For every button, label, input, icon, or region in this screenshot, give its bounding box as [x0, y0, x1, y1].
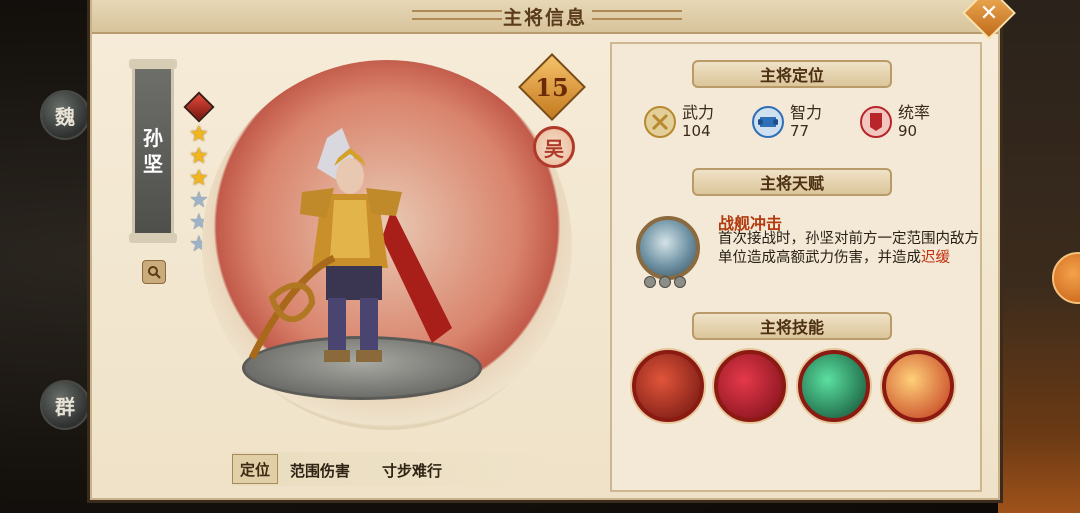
red-banner-skill-icon[interactable]: [714, 350, 786, 422]
talent-icon[interactable]: [636, 216, 700, 280]
level-badge: 15: [518, 53, 586, 121]
general-name-char: 孙: [143, 126, 163, 150]
rank-gem-icon: [183, 91, 215, 123]
banner-cap: [129, 233, 177, 243]
banner-cap: [129, 59, 177, 69]
faction-tab-label: 魏: [55, 104, 75, 129]
talent-description: 首次接战时，孙坚对前方一定范围内敌方单位造成高额武力伤害，并造成迟缓: [718, 230, 980, 268]
talent-keyword: 迟缓: [921, 250, 950, 266]
stat-label: 统率: [898, 103, 931, 122]
star-filled-icon: ★: [189, 144, 209, 169]
scroll-icon: [752, 106, 784, 138]
talent-level-dots: [644, 276, 686, 288]
faction-tab-qun[interactable]: 群: [40, 380, 90, 430]
star-filled-icon: ★: [189, 166, 209, 191]
zoom-search-button[interactable]: [142, 260, 166, 284]
faction-badge: 吴: [533, 126, 575, 168]
stat-intelligence: 智力 77: [752, 104, 822, 140]
fire-spear-skill-icon[interactable]: [882, 350, 954, 422]
stat-leadership: 统率 90: [860, 104, 930, 140]
close-icon: ✕: [979, 0, 999, 26]
panel-title: 主将信息: [502, 7, 587, 29]
game-screen: 魏 群 主将信息 ✕ 孙 坚 ★ ★ ★ ★ ★ ★ 15 吴 定位 范围伤害 …: [0, 0, 1080, 513]
green-wind-skill-icon[interactable]: [798, 350, 870, 422]
general-name-banner: 孙 坚: [129, 59, 177, 243]
title-bar: 主将信息: [92, 0, 998, 34]
search-icon: [148, 266, 161, 279]
banner-icon: [860, 106, 892, 138]
star-filled-icon: ★: [189, 122, 209, 147]
title-ornament-right: [592, 10, 682, 20]
section-header-skills: 主将技能: [692, 312, 892, 340]
general-portrait-figure: [248, 128, 452, 362]
stat-value: 90: [898, 122, 918, 140]
general-info-panel: 主将信息 ✕ 孙 坚 ★ ★ ★ ★ ★ ★ 15 吴 定位 范围伤害 寸步难行…: [90, 0, 1016, 500]
stat-label: 智力: [790, 103, 823, 122]
crossed-swords-icon: [644, 106, 676, 138]
level-value: 15: [535, 72, 569, 102]
faction-tab-label: 群: [55, 394, 75, 419]
stat-force: 武力 104: [644, 104, 714, 140]
position-tag: 寸步难行: [382, 462, 443, 480]
stat-value: 104: [682, 122, 711, 140]
faction-tab-wei[interactable]: 魏: [40, 90, 90, 140]
stat-value: 77: [790, 122, 810, 140]
position-tag: 范围伤害: [290, 462, 351, 480]
general-name-char: 坚: [143, 152, 163, 176]
position-label: 定位: [232, 454, 278, 484]
stat-label: 武力: [682, 103, 715, 122]
section-header-talent: 主将天赋: [692, 168, 892, 196]
red-fortress-skill-icon[interactable]: [632, 350, 704, 422]
section-header-role: 主将定位: [692, 60, 892, 88]
